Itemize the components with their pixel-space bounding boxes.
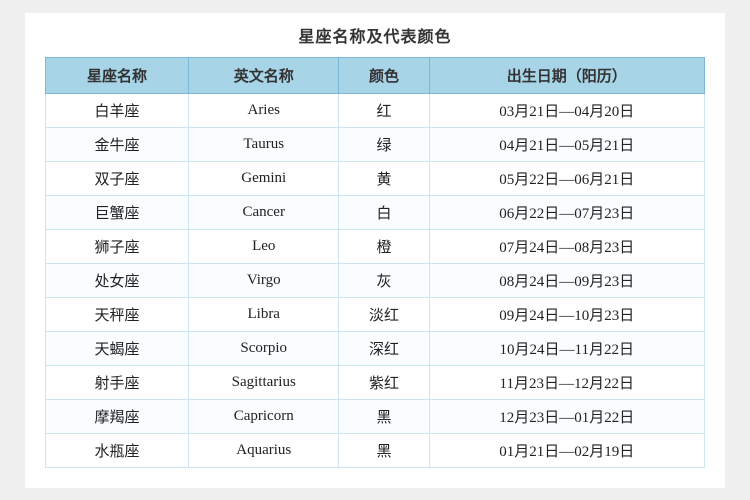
- cell-r6-c0: 天秤座: [46, 297, 189, 331]
- cell-r0-c3: 03月21日—04月20日: [429, 93, 705, 127]
- cell-r8-c3: 11月23日—12月22日: [429, 365, 705, 399]
- cell-r0-c1: Aries: [189, 93, 339, 127]
- cell-r5-c2: 灰: [339, 263, 429, 297]
- cell-r8-c2: 紫红: [339, 365, 429, 399]
- table-row: 白羊座Aries红03月21日—04月20日: [46, 93, 705, 127]
- cell-r8-c0: 射手座: [46, 365, 189, 399]
- cell-r2-c3: 05月22日—06月21日: [429, 161, 705, 195]
- table-row: 天秤座Libra淡红09月24日—10月23日: [46, 297, 705, 331]
- cell-r2-c1: Gemini: [189, 161, 339, 195]
- cell-r2-c0: 双子座: [46, 161, 189, 195]
- page-title: 星座名称及代表颜色: [45, 23, 705, 47]
- table-row: 水瓶座Aquarius黑01月21日—02月19日: [46, 433, 705, 467]
- cell-r9-c0: 摩羯座: [46, 399, 189, 433]
- cell-r9-c3: 12月23日—01月22日: [429, 399, 705, 433]
- cell-r10-c2: 黑: [339, 433, 429, 467]
- table-row: 处女座Virgo灰08月24日—09月23日: [46, 263, 705, 297]
- table-row: 射手座Sagittarius紫红11月23日—12月22日: [46, 365, 705, 399]
- cell-r6-c1: Libra: [189, 297, 339, 331]
- table-row: 巨蟹座Cancer白06月22日—07月23日: [46, 195, 705, 229]
- cell-r1-c0: 金牛座: [46, 127, 189, 161]
- cell-r8-c1: Sagittarius: [189, 365, 339, 399]
- cell-r3-c0: 巨蟹座: [46, 195, 189, 229]
- cell-r10-c3: 01月21日—02月19日: [429, 433, 705, 467]
- cell-r0-c2: 红: [339, 93, 429, 127]
- cell-r7-c0: 天蝎座: [46, 331, 189, 365]
- zodiac-table: 星座名称英文名称颜色出生日期（阳历） 白羊座Aries红03月21日—04月20…: [45, 57, 705, 468]
- cell-r4-c3: 07月24日—08月23日: [429, 229, 705, 263]
- main-container: 星座名称及代表颜色 星座名称英文名称颜色出生日期（阳历） 白羊座Aries红03…: [25, 13, 725, 488]
- column-header: 出生日期（阳历）: [429, 57, 705, 93]
- cell-r1-c1: Taurus: [189, 127, 339, 161]
- cell-r1-c2: 绿: [339, 127, 429, 161]
- table-body: 白羊座Aries红03月21日—04月20日金牛座Taurus绿04月21日—0…: [46, 93, 705, 467]
- cell-r5-c1: Virgo: [189, 263, 339, 297]
- table-row: 摩羯座Capricorn黑12月23日—01月22日: [46, 399, 705, 433]
- cell-r4-c2: 橙: [339, 229, 429, 263]
- cell-r3-c3: 06月22日—07月23日: [429, 195, 705, 229]
- cell-r4-c1: Leo: [189, 229, 339, 263]
- table-row: 双子座Gemini黄05月22日—06月21日: [46, 161, 705, 195]
- cell-r10-c0: 水瓶座: [46, 433, 189, 467]
- cell-r9-c1: Capricorn: [189, 399, 339, 433]
- cell-r2-c2: 黄: [339, 161, 429, 195]
- cell-r1-c3: 04月21日—05月21日: [429, 127, 705, 161]
- cell-r5-c0: 处女座: [46, 263, 189, 297]
- table-header-row: 星座名称英文名称颜色出生日期（阳历）: [46, 57, 705, 93]
- cell-r3-c1: Cancer: [189, 195, 339, 229]
- cell-r9-c2: 黑: [339, 399, 429, 433]
- cell-r4-c0: 狮子座: [46, 229, 189, 263]
- column-header: 星座名称: [46, 57, 189, 93]
- cell-r7-c1: Scorpio: [189, 331, 339, 365]
- cell-r3-c2: 白: [339, 195, 429, 229]
- cell-r7-c3: 10月24日—11月22日: [429, 331, 705, 365]
- column-header: 英文名称: [189, 57, 339, 93]
- table-row: 金牛座Taurus绿04月21日—05月21日: [46, 127, 705, 161]
- table-row: 狮子座Leo橙07月24日—08月23日: [46, 229, 705, 263]
- table-row: 天蝎座Scorpio深红10月24日—11月22日: [46, 331, 705, 365]
- cell-r10-c1: Aquarius: [189, 433, 339, 467]
- cell-r0-c0: 白羊座: [46, 93, 189, 127]
- cell-r6-c3: 09月24日—10月23日: [429, 297, 705, 331]
- cell-r7-c2: 深红: [339, 331, 429, 365]
- column-header: 颜色: [339, 57, 429, 93]
- cell-r5-c3: 08月24日—09月23日: [429, 263, 705, 297]
- cell-r6-c2: 淡红: [339, 297, 429, 331]
